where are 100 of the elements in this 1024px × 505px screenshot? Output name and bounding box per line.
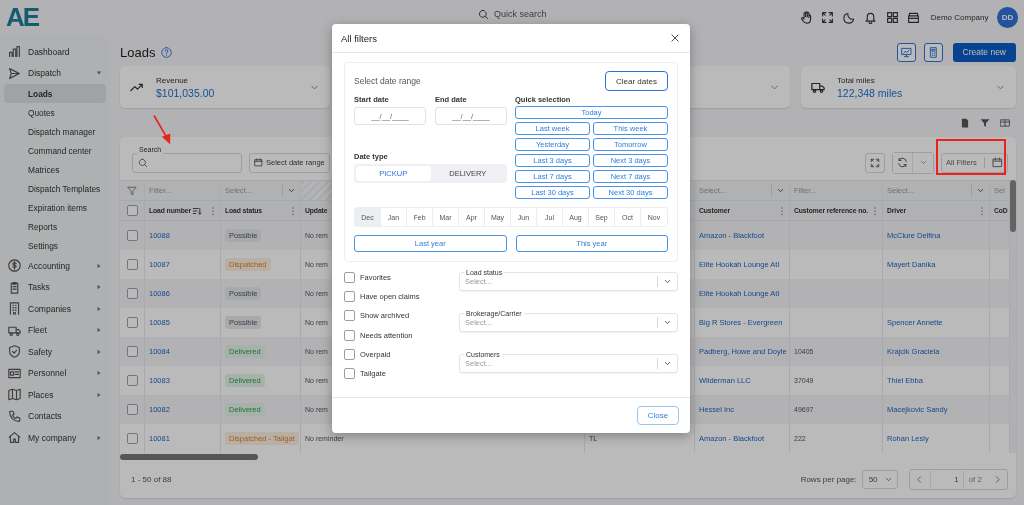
checkbox[interactable] [126,288,138,299]
sidebar-item[interactable]: Command center [4,141,106,160]
sidebar-item[interactable]: Companies [0,298,110,320]
fullscreen-icon [870,157,880,168]
help-icon[interactable] [161,46,173,58]
checkbox[interactable] [126,259,138,270]
sidebar-item[interactable]: Dispatch manager [4,122,106,141]
sidebar-item[interactable]: Quotes [4,103,106,122]
chevron-down-icon [976,186,985,195]
vertical-scrollbar[interactable] [1010,180,1016,453]
chevron-down-icon [287,186,296,195]
checkbox[interactable] [344,368,355,380]
bar-chart-icon [8,45,21,59]
checkbox[interactable] [126,230,138,241]
create-new-button[interactable]: Create new [952,42,1016,62]
fullscreen-icon[interactable] [821,10,835,24]
checkbox[interactable] [344,348,355,360]
checkbox[interactable] [344,272,355,284]
rows-per-page-label: Rows per page: [800,474,857,484]
checkbox[interactable] [126,433,138,444]
refresh-icon [897,157,908,168]
clear-dates-button[interactable]: Clear dates [605,71,668,91]
truck-icon [811,80,825,94]
page-title: Loads [120,44,156,60]
home-icon [8,431,21,445]
sidebar-item[interactable]: Personnel [0,362,110,384]
moon-icon[interactable] [842,10,856,24]
checkbox[interactable] [126,205,138,216]
sidebar-item[interactable]: Fleet [0,319,110,341]
sidebar-item[interactable]: Settings [4,236,106,255]
wallet-icon[interactable] [907,10,921,24]
logo: AE [6,2,39,32]
close-icon[interactable] [670,33,680,43]
company-name[interactable]: Demo Company [930,12,989,22]
filter-icon[interactable] [980,118,990,128]
search-icon [478,8,489,20]
filter-icon[interactable] [127,185,137,196]
rows-per-page-select[interactable]: 50 [861,469,898,489]
monitor-chart-icon [900,46,912,58]
calculator-icon [927,46,939,58]
refresh-button[interactable] [893,152,913,173]
calculator-button[interactable] [923,42,943,62]
checkbox[interactable] [344,329,355,341]
checkbox[interactable] [126,375,138,386]
highlight-box [936,139,1006,175]
sidebar-item[interactable]: Matrices [4,160,106,179]
clipboard-icon [8,280,21,294]
section-title: Select date range [354,76,421,86]
sidebar-item[interactable]: Accounting [0,255,110,277]
chart-button[interactable] [896,42,916,62]
dialog-title: All filters [341,32,377,44]
sidebar-item[interactable]: Reports [4,217,106,236]
dollar-icon [8,259,21,273]
file-icon[interactable] [960,118,970,128]
search-icon [138,157,148,168]
shield-icon [8,345,21,359]
sidebar-item[interactable]: Safety [0,341,110,363]
chevron-down-icon [776,186,785,195]
id-card-icon [8,366,21,380]
fullscreen-button[interactable] [865,152,885,173]
stat-label: Total miles [837,75,876,85]
checkbox[interactable] [126,317,138,328]
calendar-icon [254,158,263,167]
avatar[interactable]: DD [997,6,1018,28]
calendar-icon [992,157,1003,168]
chevron-down-icon [918,158,928,167]
phone-icon [8,409,21,423]
checkbox[interactable] [344,310,355,322]
close-button[interactable]: Close [637,406,679,425]
sidebar-item[interactable]: Dispatch [0,62,110,84]
hand-icon[interactable] [799,10,813,24]
sidebar-item[interactable]: Expiration items [4,198,106,217]
row-range: 1 - 50 of 88 [131,474,172,484]
checkbox[interactable] [344,291,355,303]
checkbox[interactable] [126,346,138,357]
stat-value: $101,035.00 [156,86,215,99]
sidebar-item[interactable]: Places [0,384,110,406]
chevron-down-icon [663,318,672,327]
sidebar-item[interactable]: Contacts [0,405,110,427]
map-icon [8,388,21,402]
sidebar-item[interactable]: Loads [4,84,106,103]
stat-label: Revenue [156,75,190,85]
stat-value: 122,348 miles [837,86,903,99]
page-total: of 2 [967,474,983,484]
sidebar-item[interactable]: Tasks [0,276,110,298]
page-input[interactable]: 1 [929,470,964,488]
sidebar-item[interactable]: Dashboard [0,41,110,63]
notification-icon[interactable] [864,10,878,24]
apps-grid-icon[interactable] [885,10,899,24]
building-icon [8,302,21,316]
columns-icon[interactable] [1000,118,1010,128]
sort-icon[interactable] [191,205,202,216]
quick-search-field[interactable]: Quick search [494,9,547,19]
sidebar-item[interactable]: My company [0,427,110,449]
horizontal-scrollbar[interactable] [120,454,258,460]
sidebar-item[interactable]: Dispatch Templates [4,179,106,198]
send-icon [8,66,21,80]
chevron-down-icon [663,359,672,368]
checkbox[interactable] [126,404,138,415]
chevron-down-icon [663,277,672,286]
